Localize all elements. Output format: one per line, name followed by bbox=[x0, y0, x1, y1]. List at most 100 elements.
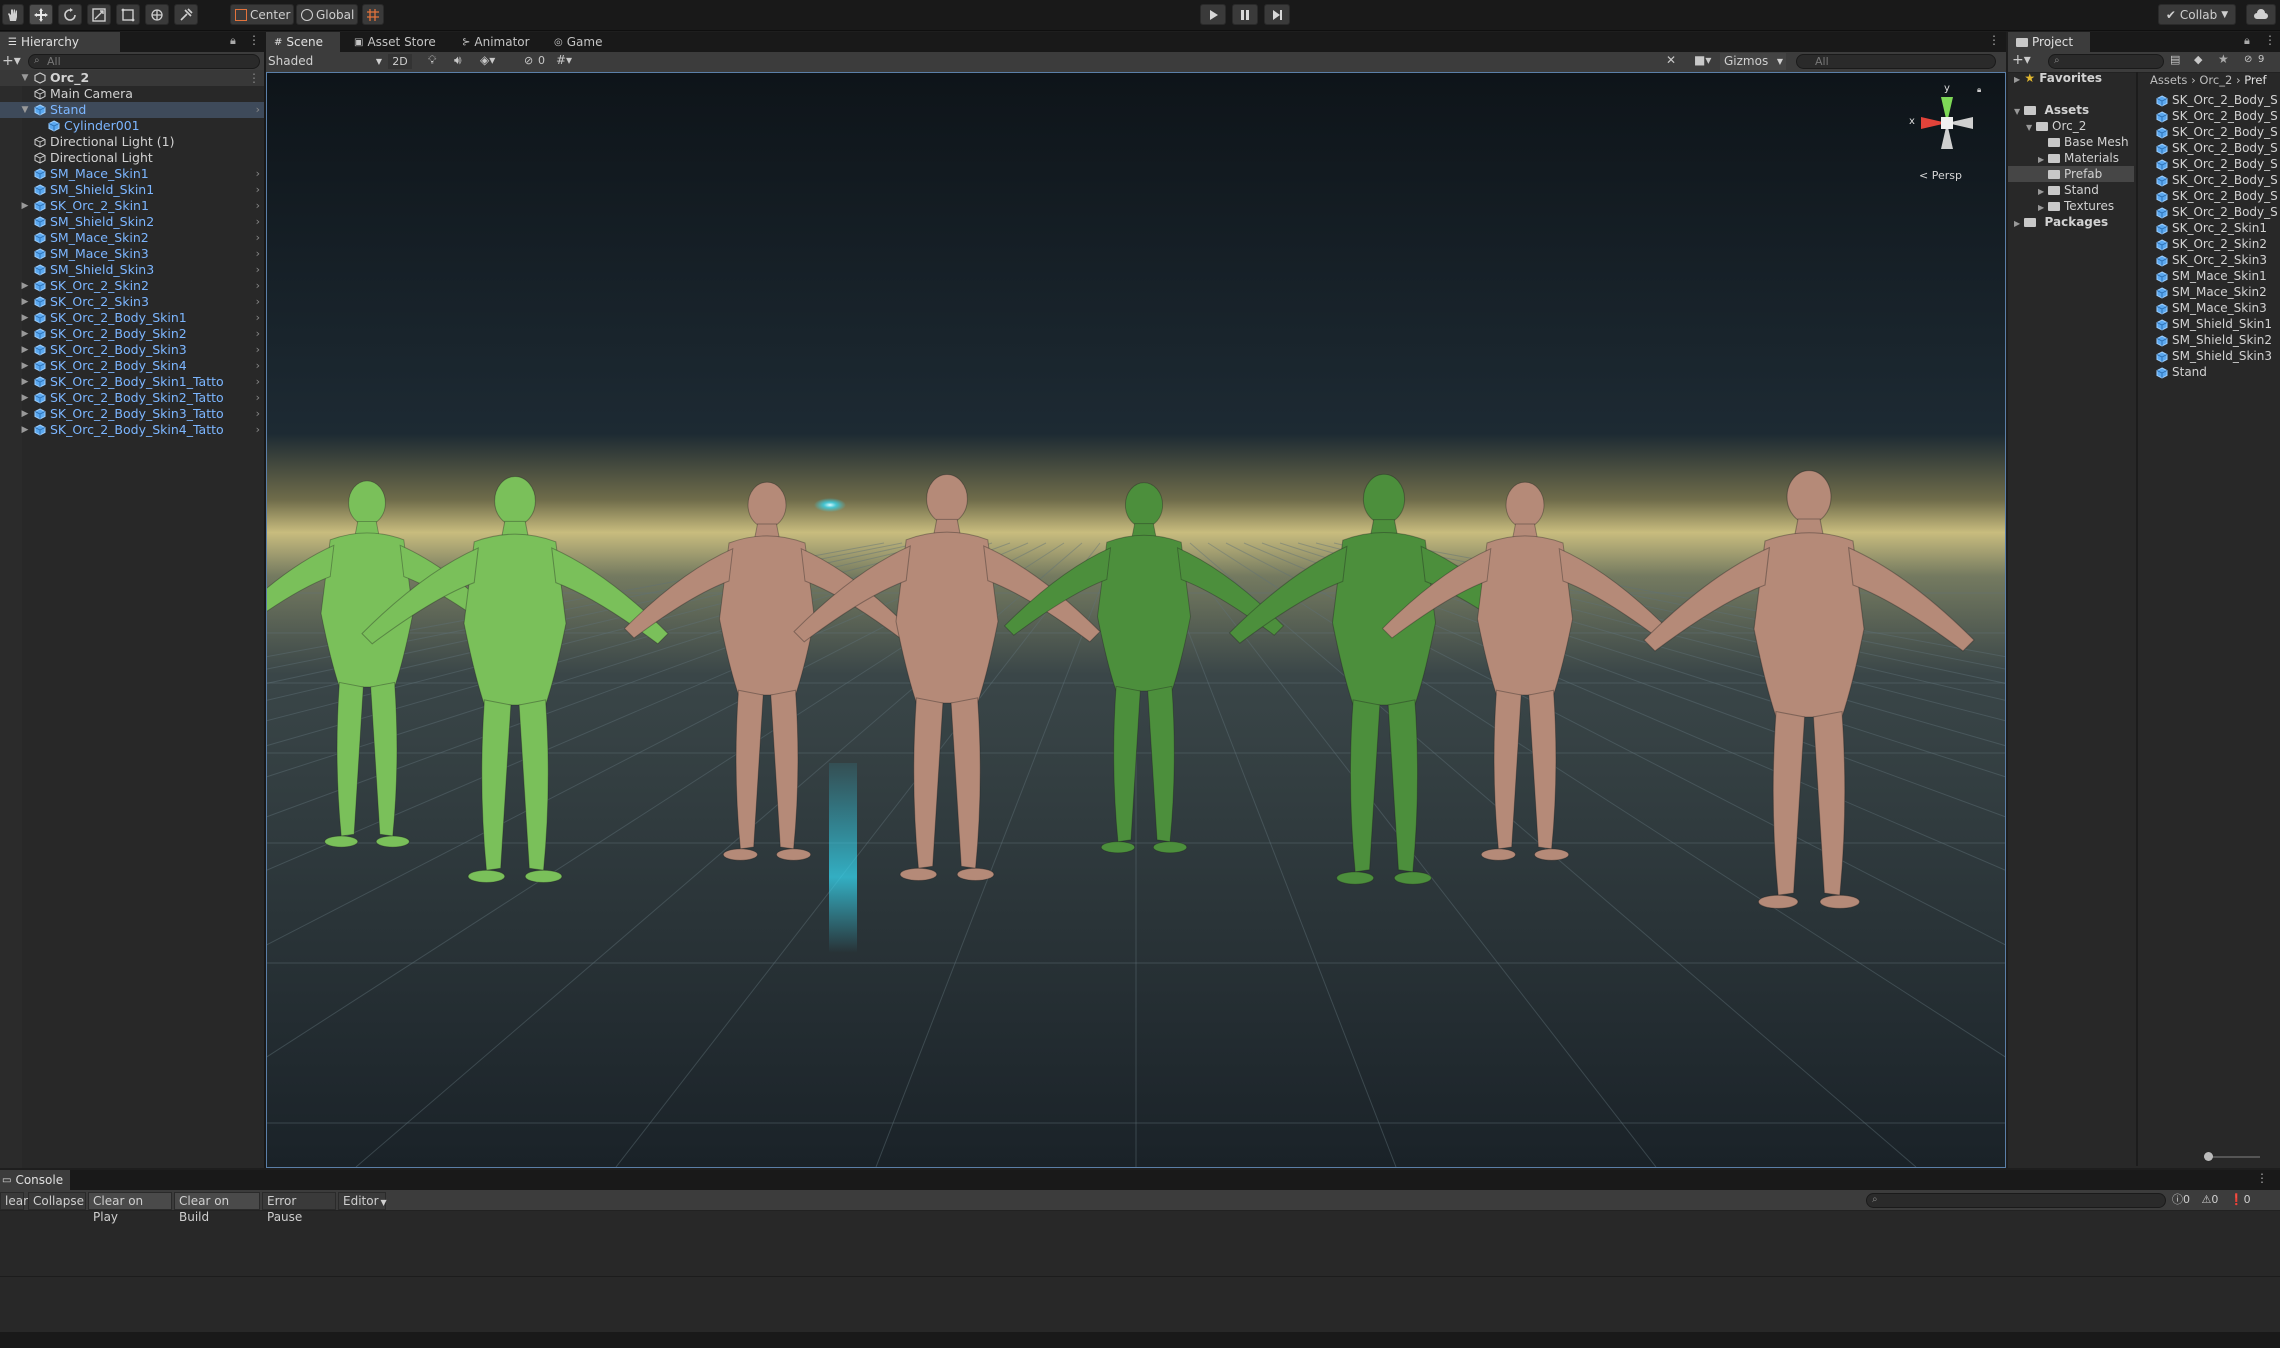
hidden-packages-icon[interactable]: ⊘ bbox=[2244, 54, 2252, 65]
project-folder-item[interactable]: ▶ Stand bbox=[2008, 182, 2134, 198]
breadcrumb-assets[interactable]: Assets bbox=[2150, 73, 2187, 87]
breadcrumb-prefab[interactable]: Pref bbox=[2244, 73, 2266, 87]
more-options-icon[interactable]: ⋮ bbox=[2264, 33, 2276, 47]
chevron-right-icon[interactable]: › bbox=[256, 422, 260, 438]
hierarchy-item[interactable]: ▶ SK_Orc_2_Body_Skin2 › bbox=[0, 326, 264, 342]
orientation-gizmo[interactable]: y x 🔒︎ < Persp bbox=[1907, 83, 1987, 183]
chevron-right-icon[interactable]: › bbox=[256, 358, 260, 374]
asset-item[interactable]: SM_Shield_Skin2 bbox=[2156, 332, 2278, 348]
chevron-right-icon[interactable]: › bbox=[256, 230, 260, 246]
more-options-icon[interactable]: ⋮ bbox=[248, 33, 260, 47]
scale-tool-button[interactable] bbox=[87, 4, 111, 25]
project-folder-item[interactable]: Base Mesh bbox=[2008, 134, 2134, 150]
more-options-icon[interactable]: ⋮ bbox=[1988, 33, 2000, 47]
hierarchy-item[interactable]: Main Camera bbox=[0, 86, 264, 102]
rect-tool-button[interactable] bbox=[116, 4, 140, 25]
asset-item[interactable]: SK_Orc_2_Body_S bbox=[2156, 92, 2278, 108]
project-search-input[interactable] bbox=[2048, 54, 2164, 69]
hierarchy-root-row[interactable]: ▼ Orc_2 ⋮ bbox=[0, 70, 264, 86]
project-folder-item[interactable]: ▶ Materials bbox=[2008, 150, 2134, 166]
lighting-icon[interactable]: 💡︎ bbox=[428, 53, 436, 68]
asset-item[interactable]: SK_Orc_2_Skin3 bbox=[2156, 252, 2278, 268]
hierarchy-item[interactable]: ▼ Stand › bbox=[0, 102, 264, 118]
asset-item[interactable]: SK_Orc_2_Body_S bbox=[2156, 108, 2278, 124]
chevron-right-icon[interactable]: › bbox=[256, 214, 260, 230]
asset-item[interactable]: SM_Mace_Skin1 bbox=[2156, 268, 2278, 284]
collapsed-arrow-icon[interactable]: ▶ bbox=[20, 326, 30, 342]
collapsed-arrow-icon[interactable]: ▶ bbox=[20, 278, 30, 294]
asset-item[interactable]: SK_Orc_2_Body_S bbox=[2156, 140, 2278, 156]
hierarchy-item[interactable]: ▶ SK_Orc_2_Body_Skin3_Tatto › bbox=[0, 406, 264, 422]
hierarchy-search-input[interactable]: All bbox=[28, 54, 260, 69]
hierarchy-item[interactable]: ▶ SK_Orc_2_Body_Skin3 › bbox=[0, 342, 264, 358]
console-error-pause-button[interactable]: Error Pause bbox=[262, 1192, 336, 1224]
breadcrumb-orc2[interactable]: Orc_2 bbox=[2199, 73, 2232, 87]
console-search-input[interactable] bbox=[1866, 1193, 2166, 1208]
hierarchy-item[interactable]: SM_Shield_Skin2 › bbox=[0, 214, 264, 230]
gizmos-dropdown[interactable]: Gizmos ▼ bbox=[1720, 53, 1786, 70]
asset-item[interactable]: SK_Orc_2_Body_S bbox=[2156, 124, 2278, 140]
hierarchy-item[interactable]: ▶ SK_Orc_2_Body_Skin1 › bbox=[0, 310, 264, 326]
collapsed-arrow-icon[interactable]: ▶ bbox=[20, 374, 30, 390]
hierarchy-item[interactable]: ▶ SK_Orc_2_Body_Skin2_Tatto › bbox=[0, 390, 264, 406]
hierarchy-item[interactable]: Directional Light (1) bbox=[0, 134, 264, 150]
shading-mode-dropdown[interactable]: Shaded ▼ bbox=[268, 53, 384, 70]
asset-item[interactable]: SM_Mace_Skin2 bbox=[2156, 284, 2278, 300]
custom-tool-button[interactable] bbox=[174, 4, 198, 25]
project-splitter[interactable] bbox=[2136, 72, 2138, 1166]
cloud-button[interactable] bbox=[2246, 4, 2276, 25]
hierarchy-item[interactable]: SM_Mace_Skin1 › bbox=[0, 166, 264, 182]
hierarchy-item[interactable]: ▶ SK_Orc_2_Skin2 › bbox=[0, 278, 264, 294]
tab-scene[interactable]: # Scene bbox=[266, 32, 340, 52]
rotate-tool-button[interactable] bbox=[58, 4, 82, 25]
filter-type-icon[interactable]: ▤ bbox=[2170, 53, 2180, 66]
chevron-right-icon[interactable]: › bbox=[256, 278, 260, 294]
pivot-mode-button[interactable]: Center bbox=[230, 4, 294, 25]
tab-animator[interactable]: ⊱ Animator bbox=[454, 32, 540, 52]
favorites-row[interactable]: ▶ ★ Favorites bbox=[2014, 70, 2102, 86]
hierarchy-item[interactable]: SM_Shield_Skin3 › bbox=[0, 262, 264, 278]
scene-viewport[interactable]: y x 🔒︎ < Persp bbox=[266, 72, 2006, 1168]
chevron-right-icon[interactable]: › bbox=[256, 166, 260, 182]
collapsed-arrow-icon[interactable]: ▶ bbox=[20, 422, 30, 438]
2d-toggle[interactable]: 2D bbox=[388, 54, 412, 69]
hand-tool-button[interactable] bbox=[2, 4, 24, 25]
asset-item[interactable]: SM_Shield_Skin3 bbox=[2156, 348, 2278, 364]
console-clear-button[interactable]: lear bbox=[0, 1192, 28, 1210]
collapsed-arrow-icon[interactable]: ▶ bbox=[20, 342, 30, 358]
asset-item[interactable]: SK_Orc_2_Body_S bbox=[2156, 188, 2278, 204]
scene-render[interactable] bbox=[267, 73, 2005, 1167]
camera-icon[interactable]: ■▾ bbox=[1694, 53, 1711, 67]
collapsed-arrow-icon[interactable]: ▶ bbox=[2038, 200, 2048, 216]
chevron-right-icon[interactable]: › bbox=[256, 294, 260, 310]
chevron-right-icon[interactable]: › bbox=[256, 262, 260, 278]
tab-game[interactable]: ◎ Game bbox=[546, 32, 616, 52]
collapsed-arrow-icon[interactable]: ▶ bbox=[20, 310, 30, 326]
axis-gizmo-icon[interactable] bbox=[1907, 83, 1987, 163]
chevron-right-icon[interactable]: › bbox=[256, 406, 260, 422]
chevron-right-icon[interactable]: › bbox=[256, 310, 260, 326]
hierarchy-item[interactable]: SM_Mace_Skin2 › bbox=[0, 230, 264, 246]
lock-icon[interactable]: 🔒︎ bbox=[2244, 34, 2250, 48]
filter-label-icon[interactable]: ◆ bbox=[2194, 53, 2202, 66]
add-icon[interactable]: +▾ bbox=[2, 53, 21, 69]
project-folder-item[interactable]: ▶ Textures bbox=[2008, 198, 2134, 214]
hierarchy-item[interactable]: ▶ SK_Orc_2_Skin1 › bbox=[0, 198, 264, 214]
grid-snap-button[interactable] bbox=[362, 4, 384, 25]
asset-item[interactable]: SM_Shield_Skin1 bbox=[2156, 316, 2278, 332]
hierarchy-item[interactable]: Cylinder001 bbox=[0, 118, 264, 134]
gizmo-lock-icon[interactable]: 🔒︎ bbox=[1977, 85, 1981, 95]
hidden-objects-icon[interactable]: ⊘ bbox=[524, 54, 533, 67]
collapsed-arrow-icon[interactable]: ▶ bbox=[20, 294, 30, 310]
hierarchy-item[interactable]: ▶ SK_Orc_2_Skin3 › bbox=[0, 294, 264, 310]
packages-row[interactable]: ▶ Packages bbox=[2014, 214, 2108, 230]
hierarchy-item[interactable]: SM_Mace_Skin3 › bbox=[0, 246, 264, 262]
console-clear-on-build-button[interactable]: Clear on Build bbox=[174, 1192, 260, 1224]
asset-item[interactable]: SK_Orc_2_Body_S bbox=[2156, 204, 2278, 220]
expanded-arrow-icon[interactable]: ▼ bbox=[20, 102, 30, 118]
favorite-star-icon[interactable]: ★ bbox=[2218, 52, 2229, 66]
tools-icon[interactable]: ✕ bbox=[1666, 53, 1676, 67]
project-folder-item[interactable]: ▼ Orc_2 bbox=[2008, 118, 2134, 134]
grid-toggle-icon[interactable]: #▾ bbox=[556, 53, 572, 67]
step-button[interactable] bbox=[1264, 4, 1290, 25]
